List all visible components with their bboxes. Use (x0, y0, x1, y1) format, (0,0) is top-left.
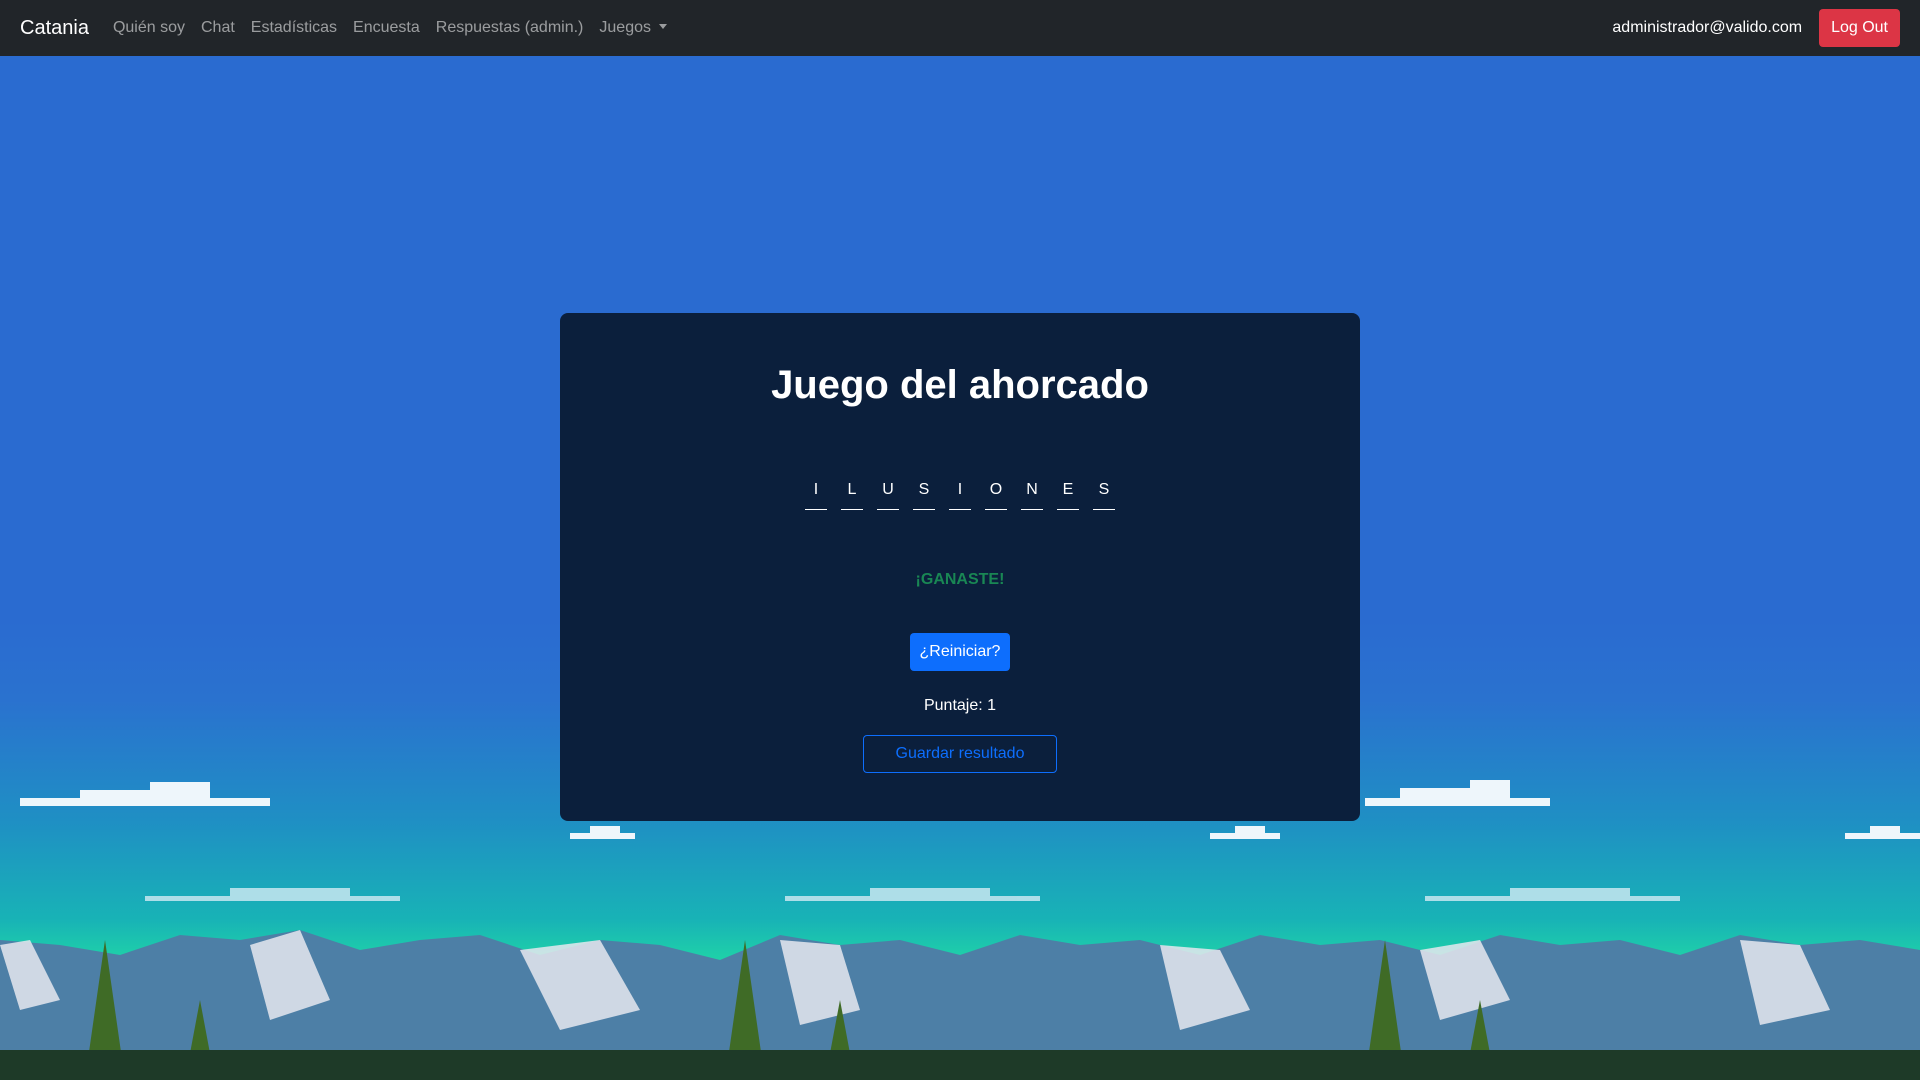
nav-link-estadisticas[interactable]: Estadísticas (251, 19, 337, 37)
word-display: I L U S I O N E S (560, 481, 1360, 510)
letter-slot: S (913, 481, 935, 510)
hangman-card: Juego del ahorcado I L U S I O N E S ¡GA… (560, 313, 1360, 821)
nav-link-chat[interactable]: Chat (201, 19, 235, 37)
chevron-down-icon (658, 24, 667, 29)
letter-slot: O (985, 481, 1007, 510)
nav-dropdown-juegos-label: Juegos (599, 19, 651, 36)
letter-slot: S (1093, 481, 1115, 510)
score-text: Puntaje: 1 (923, 697, 997, 714)
brand-link[interactable]: Catania (20, 17, 89, 40)
nav-link-respuestas-admin[interactable]: Respuestas (admin.) (436, 19, 584, 37)
top-navbar: Catania Quién soy Chat Estadísticas Encu… (0, 0, 1920, 56)
letter-slot: N (1021, 481, 1043, 510)
letter-slot: E (1057, 481, 1079, 510)
trees (85, 940, 1495, 1080)
letter-slot: I (805, 481, 827, 510)
save-result-button[interactable]: Guardar resultado (863, 735, 1057, 773)
logout-button[interactable]: Log Out (1819, 9, 1900, 47)
nav-dropdown-juegos[interactable]: Juegos (599, 19, 667, 37)
nav-right-group: administrador@valido.com Log Out (1612, 9, 1900, 47)
mountains (0, 930, 1920, 1080)
restart-button[interactable]: ¿Reiniciar? (910, 633, 1010, 671)
page-title: Juego del ahorcado (771, 363, 1149, 407)
letter-slot: L (841, 481, 863, 510)
user-email: administrador@valido.com (1612, 19, 1803, 36)
letter-slot: I (949, 481, 971, 510)
nav-link-encuesta[interactable]: Encuesta (353, 19, 420, 37)
letter-slot: U (877, 481, 899, 510)
result-message: ¡GANASTE! (915, 571, 1005, 588)
nav-link-quien-soy[interactable]: Quién soy (113, 19, 185, 37)
